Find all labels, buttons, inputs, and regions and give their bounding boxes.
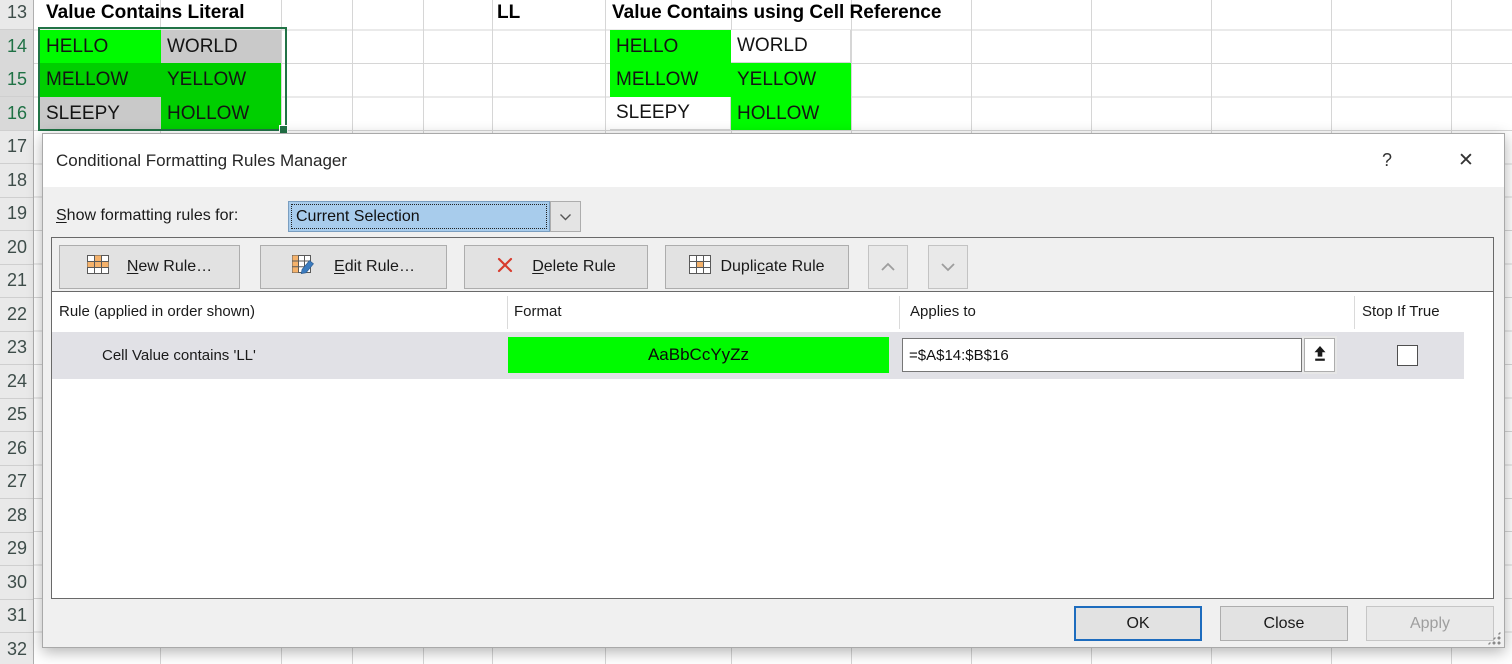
column-divider [507,296,508,329]
new-rule-label-post: ew Rule… [138,258,212,276]
row-header[interactable]: 24 [0,365,33,399]
cell-ref-sleepy[interactable]: SLEEPY [610,97,731,130]
delete-rule-button[interactable]: Delete Rule [464,245,648,289]
duplicate-rule-label-post: ate Rule [765,258,825,276]
duplicate-rule-button[interactable]: Duplicate Rule [665,245,849,289]
row-header-column: 13 14 15 16 17 18 19 20 21 22 23 24 25 2… [0,0,34,664]
rules-frame: New Rule… Edit Rule… Delete Rule [51,237,1494,599]
show-rules-label-mnemonic: S [56,207,67,224]
new-rule-button[interactable]: New Rule… [59,245,240,289]
help-icon[interactable]: ? [1370,134,1404,187]
cell-ref-mellow[interactable]: MELLOW [610,63,731,97]
row-header[interactable]: 19 [0,197,33,231]
dialog-title: Conditional Formatting Rules Manager [56,134,347,187]
rule-description: Cell Value contains 'LL' [102,332,256,379]
conditional-formatting-rules-manager-dialog: Conditional Formatting Rules Manager ? ✕… [42,133,1505,648]
scope-dropdown[interactable]: Current Selection [288,201,581,232]
move-up-button[interactable] [868,245,908,289]
chevron-up-icon [880,260,896,275]
close-icon[interactable]: ✕ [1449,134,1483,187]
dialog-titlebar[interactable]: Conditional Formatting Rules Manager ? ✕ [43,134,1504,187]
row-header[interactable]: 26 [0,432,33,466]
cell-ref-yellow[interactable]: YELLOW [731,63,851,97]
edit-rule-label-mnemonic: E [334,258,345,276]
scope-dropdown-value: Current Selection [288,201,550,232]
row-header[interactable]: 14 [0,30,33,64]
column-header-format: Format [514,292,562,332]
chevron-down-icon[interactable] [550,201,581,232]
row-header[interactable]: 25 [0,398,33,432]
rule-row[interactable]: Cell Value contains 'LL' AaBbCcYyZz [52,332,1464,379]
delete-x-icon [496,257,514,278]
row-header[interactable]: 28 [0,499,33,533]
column-header-applies: Applies to [910,292,976,332]
left-table-title: Value Contains Literal [46,2,245,24]
row-header[interactable]: 16 [0,97,33,131]
row-header[interactable]: 21 [0,264,33,298]
show-rules-label-rest: how formatting rules for: [67,207,239,224]
row-header[interactable]: 31 [0,599,33,633]
row-header[interactable]: 30 [0,566,33,600]
row-header[interactable]: 27 [0,465,33,499]
cell-ref-hello[interactable]: HELLO [610,30,731,63]
collapse-dialog-button[interactable] [1304,338,1335,372]
stop-if-true-checkbox[interactable] [1397,345,1418,366]
row-header[interactable]: 32 [0,633,33,664]
ok-button[interactable]: OK [1074,606,1202,641]
cell-ref-hollow[interactable]: HOLLOW [731,97,851,130]
duplicate-rule-grid-icon [689,255,711,279]
applies-to-input[interactable] [902,338,1302,372]
excel-window: 13 14 15 16 17 18 19 20 21 22 23 24 25 2… [0,0,1512,664]
rules-list: Rule (applied in order shown) Format App… [52,291,1493,598]
edit-rule-pencil-icon [292,255,316,280]
collapse-dialog-icon [1312,345,1328,365]
move-down-button[interactable] [928,245,968,289]
row-header[interactable]: 17 [0,130,33,164]
reference-cell[interactable]: LL [497,2,520,24]
column-divider [899,296,900,329]
apply-button[interactable]: Apply [1366,606,1494,641]
edit-rule-button[interactable]: Edit Rule… [260,245,447,289]
right-table-title: Value Contains using Cell Reference [612,2,941,24]
edit-rule-label-post: dit Rule… [345,258,415,276]
row-header[interactable]: 15 [0,63,33,97]
show-rules-label: Show formatting rules for: [56,200,238,231]
selection-border [38,27,287,131]
close-button[interactable]: Close [1220,606,1348,641]
row-header[interactable]: 20 [0,231,33,265]
delete-rule-label-post: elete Rule [544,258,616,276]
row-header[interactable]: 13 [0,0,33,30]
duplicate-rule-label-pre: Dupli [720,258,756,276]
row-header[interactable]: 23 [0,331,33,365]
new-rule-grid-icon [87,255,109,279]
new-rule-label-mnemonic: N [127,258,139,276]
chevron-down-icon [940,260,956,275]
row-header[interactable]: 18 [0,164,33,198]
column-header-rule: Rule (applied in order shown) [59,292,255,332]
column-header-stop: Stop If True [1362,292,1440,332]
format-preview: AaBbCcYyZz [508,337,889,373]
delete-rule-label-mnemonic: D [532,258,544,276]
row-header[interactable]: 22 [0,298,33,332]
cell-ref-world[interactable]: WORLD [731,30,851,63]
column-divider [1354,296,1355,329]
row-header[interactable]: 29 [0,532,33,566]
duplicate-rule-label-mnemonic: c [757,258,765,276]
